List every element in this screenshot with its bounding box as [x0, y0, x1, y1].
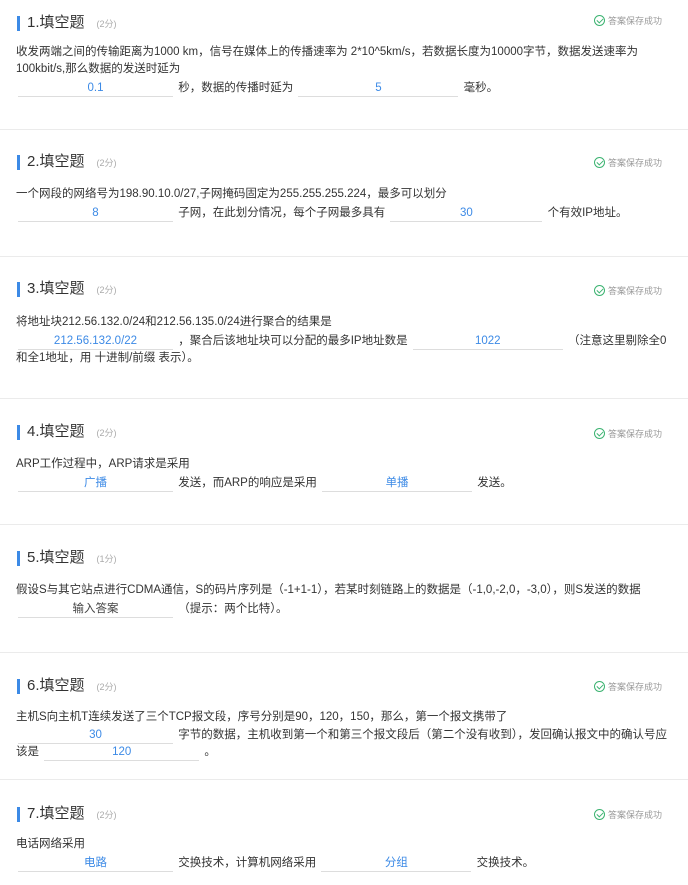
question-text: 交换技术，计算机网络采用 — [178, 857, 317, 869]
check-circle-icon — [593, 809, 605, 820]
answer-blank-2[interactable]: 120 — [44, 744, 200, 761]
question-body: ARP工作过程中，ARP请求是采用 广播 发送，而ARP的响应是采用 单播 发送… — [16, 456, 672, 492]
question-header: 5.填空题 (1分) — [17, 548, 117, 568]
save-status-label: 答案保存成功 — [607, 286, 662, 296]
question-score: (2分) — [96, 158, 117, 168]
question-score: (2分) — [96, 19, 117, 29]
question-body: 假设S与其它站点进行CDMA通信，S的码片序列是（-1+1-1），若某时刻链路上… — [16, 582, 672, 618]
question-text: 收发两端之间的传输距离为1000 km，信号在媒体上的传播速率为 2*10^5k… — [16, 46, 639, 75]
question-header: 1.填空题 (2分) — [17, 13, 117, 33]
question-title: 4.填空题 — [27, 423, 85, 440]
answer-blank-2[interactable]: 1022 — [412, 333, 563, 350]
save-status: 答案保存成功 — [593, 808, 662, 821]
question-title: 5.填空题 — [27, 549, 85, 566]
check-circle-icon — [593, 15, 605, 26]
title-accent-bar — [17, 154, 20, 170]
question-text: 。 — [204, 746, 216, 758]
question-score: (2分) — [96, 285, 117, 295]
title-accent-bar — [17, 281, 20, 297]
question-score: (2分) — [96, 428, 117, 438]
save-status: 答案保存成功 — [593, 427, 662, 440]
question-body: 主机S向主机T连续发送了三个TCP报文段，序号分别是90，120，150，那么，… — [16, 709, 672, 761]
save-status-label: 答案保存成功 — [607, 429, 662, 439]
question-text: ARP工作过程中，ARP请求是采用 — [16, 458, 190, 470]
question-card-7: 7.填空题 (2分) 答案保存成功 电话网络采用 电路 交换技术，计算机网络采用… — [0, 780, 688, 885]
answer-blank-2[interactable]: 单播 — [322, 475, 473, 492]
save-status-label: 答案保存成功 — [607, 16, 662, 26]
title-accent-bar — [17, 15, 20, 31]
question-text: 秒，数据的传播时延为 — [178, 82, 294, 94]
question-text: 个有效IP地址。 — [547, 207, 628, 219]
question-text: 子网，在此划分情况，每个子网最多具有 — [178, 207, 386, 219]
quiz-page: 1.填空题 (2分) 答案保存成功 收发两端之间的传输距离为1000 km，信号… — [0, 0, 688, 885]
question-title: 2.填空题 — [27, 153, 85, 170]
answer-blank-2[interactable]: 30 — [390, 205, 543, 222]
save-status-label: 答案保存成功 — [607, 682, 662, 692]
question-score: (1分) — [96, 554, 117, 564]
save-status: 答案保存成功 — [593, 680, 662, 693]
answer-blank-1[interactable]: 输入答案 — [18, 601, 173, 618]
question-header: 7.填空题 (2分) — [17, 804, 117, 824]
answer-blank-1[interactable]: 0.1 — [18, 80, 173, 97]
answer-blank-2[interactable]: 5 — [298, 80, 459, 97]
question-body: 一个网段的网络号为198.90.10.0/27,子网掩码固定为255.255.2… — [16, 186, 672, 222]
question-title: 3.填空题 — [27, 280, 85, 297]
question-text: 主机S向主机T连续发送了三个TCP报文段，序号分别是90，120，150，那么，… — [16, 711, 508, 723]
answer-blank-1[interactable]: 电路 — [18, 855, 173, 872]
question-header: 6.填空题 (2分) — [17, 676, 117, 696]
title-accent-bar — [17, 806, 20, 822]
question-text: 假设S与其它站点进行CDMA通信，S的码片序列是（-1+1-1），若某时刻链路上… — [16, 584, 641, 596]
question-card-5: 5.填空题 (1分) 假设S与其它站点进行CDMA通信，S的码片序列是（-1+1… — [0, 525, 688, 653]
question-header: 2.填空题 (2分) — [17, 152, 117, 172]
title-accent-bar — [17, 550, 20, 566]
question-text: 毫秒。 — [463, 82, 499, 94]
answer-blank-1[interactable]: 8 — [18, 205, 173, 222]
title-accent-bar — [17, 424, 20, 440]
question-card-3: 3.填空题 (2分) 答案保存成功 将地址块212.56.132.0/24和21… — [0, 257, 688, 399]
question-body: 电话网络采用 电路 交换技术，计算机网络采用 分组 交换技术。 — [16, 836, 672, 872]
question-text: ，聚合后该地址块可以分配的最多IP地址数是 — [178, 335, 408, 347]
title-accent-bar — [17, 678, 20, 694]
question-header: 4.填空题 (2分) — [17, 422, 117, 442]
check-circle-icon — [593, 681, 605, 692]
question-score: (2分) — [96, 682, 117, 692]
question-text: 发送，而ARP的响应是采用 — [178, 477, 317, 489]
save-status-label: 答案保存成功 — [607, 810, 662, 820]
question-text: （提示：两个比特）。 — [178, 603, 288, 615]
save-status-label: 答案保存成功 — [607, 158, 662, 168]
question-score: (2分) — [96, 810, 117, 820]
question-text: 交换技术。 — [476, 857, 535, 869]
question-text: 一个网段的网络号为198.90.10.0/27,子网掩码固定为255.255.2… — [16, 188, 447, 200]
question-body: 收发两端之间的传输距离为1000 km，信号在媒体上的传播速率为 2*10^5k… — [16, 44, 672, 97]
answer-blank-1[interactable]: 30 — [18, 727, 173, 744]
save-status: 答案保存成功 — [593, 14, 662, 27]
question-card-2: 2.填空题 (2分) 答案保存成功 一个网段的网络号为198.90.10.0/2… — [0, 130, 688, 257]
question-card-6: 6.填空题 (2分) 答案保存成功 主机S向主机T连续发送了三个TCP报文段，序… — [0, 653, 688, 780]
save-status: 答案保存成功 — [593, 156, 662, 169]
question-body: 将地址块212.56.132.0/24和212.56.135.0/24进行聚合的… — [16, 314, 672, 367]
answer-blank-2[interactable]: 分组 — [321, 855, 472, 872]
question-text: 发送。 — [477, 477, 512, 489]
question-card-1: 1.填空题 (2分) 答案保存成功 收发两端之间的传输距离为1000 km，信号… — [0, 0, 688, 130]
question-title: 6.填空题 — [27, 677, 85, 694]
question-title: 7.填空题 — [27, 805, 85, 822]
check-circle-icon — [593, 285, 605, 296]
save-status: 答案保存成功 — [593, 284, 662, 297]
answer-blank-1[interactable]: 广播 — [18, 475, 173, 492]
answer-blank-1[interactable]: 212.56.132.0/22 — [18, 333, 173, 350]
question-text: 电话网络采用 — [16, 838, 85, 850]
check-circle-icon — [593, 157, 605, 168]
question-header: 3.填空题 (2分) — [17, 279, 117, 299]
question-title: 1.填空题 — [27, 14, 85, 31]
check-circle-icon — [593, 428, 605, 439]
question-text: 将地址块212.56.132.0/24和212.56.135.0/24进行聚合的… — [16, 316, 332, 328]
question-card-4: 4.填空题 (2分) 答案保存成功 ARP工作过程中，ARP请求是采用 广播 发… — [0, 399, 688, 525]
